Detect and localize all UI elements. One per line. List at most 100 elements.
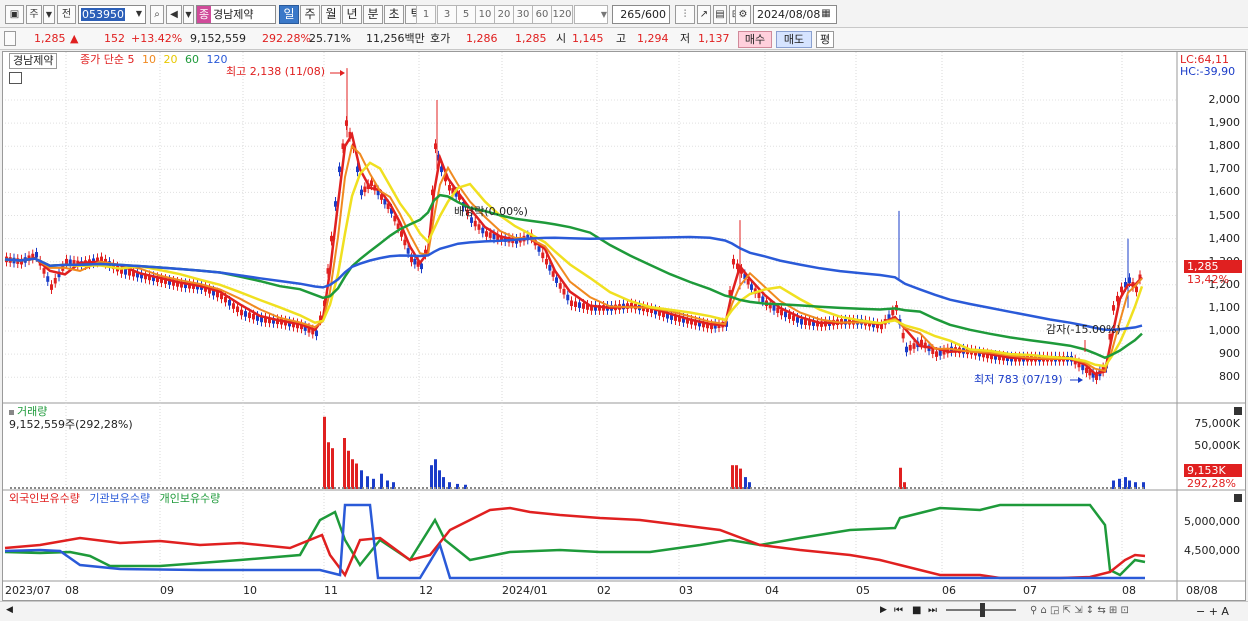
volume-bar-small — [958, 487, 960, 489]
candle-body — [545, 258, 548, 265]
volume-bar-small — [694, 487, 696, 489]
volume-bar-small — [834, 487, 836, 489]
volume-bar-small — [994, 487, 996, 489]
stop-icon[interactable]: ■ — [912, 605, 921, 616]
tool-icons[interactable]: ⚲ ⌂ ◲ ⇱ ⇲ ↕ ⇆ ⊞ ⊡ — [1030, 605, 1129, 616]
ma-legend: 종가 단순 5 10 20 60 120 — [80, 53, 227, 67]
volume-bar-small — [366, 487, 368, 489]
volume-bar-small — [778, 487, 780, 489]
candle-body — [477, 224, 481, 230]
volume-bar-small — [826, 487, 828, 489]
zoom-slider-thumb[interactable] — [980, 603, 985, 617]
volume-bar-small — [42, 487, 44, 489]
candle-body — [232, 303, 235, 309]
fastforward-icon[interactable]: ⏭ — [928, 605, 937, 616]
foreign-holdings-label: 외국인보유수량 — [9, 492, 80, 505]
candle-body — [42, 268, 46, 274]
volume-bar-small — [854, 487, 856, 489]
volume-bar-small — [18, 487, 20, 489]
volume-bar-small — [390, 487, 392, 489]
scroll-right-icon[interactable]: ▶ — [880, 605, 887, 615]
candle-body — [780, 309, 783, 316]
date-2023-07: 2023/07 — [5, 584, 51, 597]
volume-bar — [360, 470, 363, 489]
volume-bar-small — [334, 487, 336, 489]
volume-bar-small — [246, 487, 248, 489]
ma-legend-title: 종가 단순 — [80, 53, 124, 66]
volume-bar-small — [462, 487, 464, 489]
candle-body — [784, 311, 787, 318]
volume-bar-small — [414, 487, 416, 489]
candle-body — [558, 283, 562, 289]
chart-canvas[interactable] — [0, 0, 1248, 601]
ma60-label: 60 — [184, 53, 199, 66]
volume-bar-small — [610, 487, 612, 489]
volume-bar-small — [1134, 487, 1136, 489]
volume-bar-small — [838, 487, 840, 489]
volume-bar-small — [782, 487, 784, 489]
candle-body — [224, 296, 227, 303]
volume-bar-small — [646, 487, 648, 489]
volume-bar-small — [278, 487, 280, 489]
volume-bar-small — [674, 487, 676, 489]
volume-bar-small — [454, 487, 456, 489]
grid-icon[interactable] — [9, 72, 22, 84]
volume-bar-small — [806, 487, 808, 489]
volume-bar-small — [686, 487, 688, 489]
candle-body — [761, 296, 765, 303]
price-tick: 800 — [1219, 370, 1240, 384]
volume-bar-small — [1074, 487, 1076, 489]
volume-bar — [327, 442, 330, 489]
ma120-label: 120 — [206, 53, 228, 66]
close-holdings-panel-icon[interactable] — [1234, 494, 1242, 502]
candle-body — [800, 318, 803, 325]
volume-bar-small — [1010, 487, 1012, 489]
rewind-icon[interactable]: ⏮ — [894, 605, 903, 616]
volume-bar-small — [566, 487, 568, 489]
bottom-scrollbar[interactable]: ◀ ▶ ⏮ ■ ⏭ ⚲ ⌂ ◲ ⇱ ⇲ ↕ ⇆ ⊞ ⊡ − + A — [0, 601, 1248, 621]
date-08: 08 — [65, 584, 79, 597]
candle-body — [410, 256, 413, 263]
holdings-tick-5000000: 5,000,000 — [1184, 515, 1240, 528]
volume-bar-small — [1110, 487, 1112, 489]
candle-body — [53, 277, 57, 284]
volume-bar-small — [938, 487, 940, 489]
volume-bar-small — [214, 487, 216, 489]
volume-bar-small — [626, 487, 628, 489]
candle-body — [363, 186, 367, 193]
volume-bar-small — [230, 487, 232, 489]
volume-bar-small — [182, 487, 184, 489]
volume-bar-small — [1090, 487, 1092, 489]
volume-bar-small — [430, 487, 432, 489]
volume-bar-small — [1042, 487, 1044, 489]
volume-bar-small — [586, 487, 588, 489]
volume-bar — [347, 450, 350, 489]
volume-bar-small — [206, 487, 208, 489]
volume-bar — [735, 465, 738, 489]
volume-bar-small — [702, 487, 704, 489]
volume-bar-small — [398, 487, 400, 489]
scroll-left-icon[interactable]: ◀ — [6, 605, 13, 615]
candle-body — [578, 302, 581, 308]
price-tick: 1,700 — [1208, 162, 1241, 176]
volume-bar-small — [30, 487, 32, 489]
candle-body — [541, 252, 545, 259]
date-02: 02 — [597, 584, 611, 597]
ma60-line — [4, 193, 1143, 360]
volume-bar — [355, 463, 358, 489]
volume-bar-small — [830, 487, 832, 489]
volume-bar-small — [74, 487, 76, 489]
volume-bar-small — [94, 487, 96, 489]
volume-bar-small — [1034, 487, 1036, 489]
volume-bar-small — [734, 487, 736, 489]
volume-bar-small — [342, 487, 344, 489]
candle-body — [413, 258, 417, 265]
date-08-2024: 08 — [1122, 584, 1136, 597]
zoom-controls[interactable]: − + A — [1196, 605, 1229, 618]
volume-bar-small — [62, 487, 64, 489]
candle-body — [236, 306, 239, 313]
volume-bar-small — [914, 487, 916, 489]
close-volume-panel-icon[interactable] — [1234, 407, 1242, 415]
low-note: 최저 783 (07/19) — [974, 373, 1063, 386]
volume-bar-small — [86, 487, 88, 489]
